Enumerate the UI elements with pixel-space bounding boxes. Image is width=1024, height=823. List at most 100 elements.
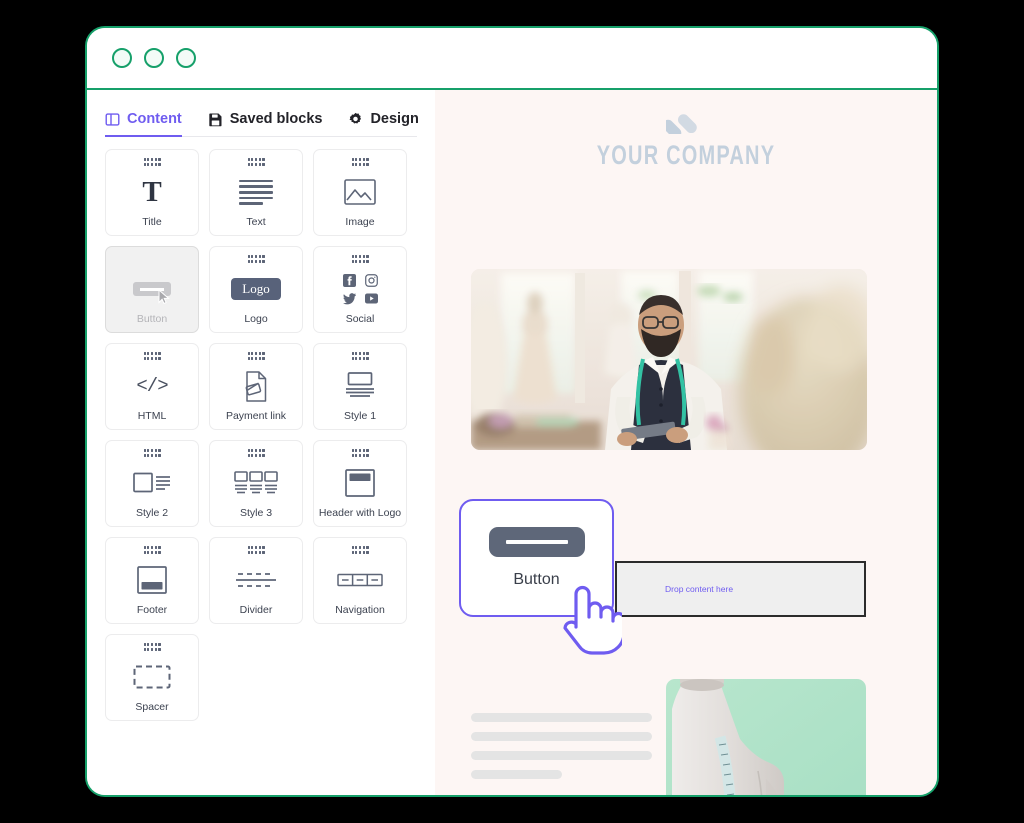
navigation-icon (314, 556, 406, 605)
block-label: Logo (244, 312, 268, 325)
drag-grip-icon[interactable] (351, 255, 369, 263)
window-dot-maximize-icon[interactable] (176, 48, 196, 68)
block-spacer[interactable]: Spacer (105, 634, 199, 721)
drag-grip-icon[interactable] (247, 158, 265, 166)
block-divider[interactable]: Divider (209, 537, 303, 624)
logo-pill-text: Logo (231, 278, 281, 301)
blocks-sidebar: Content Saved blocks Design T Title Text… (87, 90, 435, 795)
block-label: Spacer (135, 700, 169, 713)
drag-grip-icon[interactable] (247, 255, 265, 263)
preview-brand-header: YOUR COMPANY (435, 90, 937, 171)
tab-saved-blocks-label: Saved blocks (229, 111, 323, 127)
block-label: Style 3 (239, 506, 273, 519)
block-payment-link[interactable]: Payment link (209, 343, 303, 430)
drag-grip-icon[interactable] (143, 158, 161, 166)
mannequin-photo (666, 679, 866, 795)
drag-grip-icon[interactable] (351, 158, 369, 166)
drag-grip-icon[interactable] (247, 546, 265, 554)
editor-body: Content Saved blocks Design T Title Text… (87, 90, 937, 795)
placeholder-bar (471, 751, 652, 760)
columns-icon (105, 112, 120, 127)
block-navigation[interactable]: Navigation (313, 537, 407, 624)
block-label: Divider (239, 603, 273, 616)
footer-icon (106, 556, 198, 605)
drag-grip-icon[interactable] (247, 352, 265, 360)
text-placeholder-block (471, 713, 652, 779)
block-label: Button (136, 312, 168, 325)
block-html[interactable]: </> HTML (105, 343, 199, 430)
bridal-shop-photo (471, 269, 867, 450)
block-label: Footer (136, 603, 168, 616)
drag-grip-icon[interactable] (351, 352, 369, 360)
tab-content-label: Content (127, 111, 182, 127)
spacer-icon (106, 653, 198, 702)
style-3-icon (210, 459, 302, 508)
pointing-hand-cursor-icon (560, 583, 626, 660)
payment-card-icon (210, 362, 302, 411)
drag-grip-icon[interactable] (143, 352, 161, 360)
code-icon: </> (136, 375, 168, 398)
block-text[interactable]: Text (209, 149, 303, 236)
block-footer[interactable]: Footer (105, 537, 199, 624)
tab-saved-blocks[interactable]: Saved blocks (208, 111, 323, 136)
tab-design[interactable]: Design (348, 111, 419, 136)
placeholder-bar (471, 770, 562, 779)
window-dot-minimize-icon[interactable] (144, 48, 164, 68)
logo-icon: Logo (210, 265, 302, 314)
block-label: Title (142, 215, 162, 228)
button-preview-icon (488, 527, 585, 557)
drag-grip-icon[interactable] (351, 546, 369, 554)
block-social[interactable]: Social (313, 246, 407, 333)
window-controls (112, 48, 196, 68)
block-label: Text (246, 215, 266, 228)
divider-icon (210, 556, 302, 605)
block-style-1[interactable]: Style 1 (313, 343, 407, 430)
style-1-icon (314, 362, 406, 411)
block-style-3[interactable]: Style 3 (209, 440, 303, 527)
drag-grip-icon[interactable] (351, 449, 369, 457)
blocks-palette: T Title Text Image Button Logo Logo Soci… (105, 137, 417, 721)
block-image[interactable]: Image (313, 149, 407, 236)
drag-grip-icon[interactable] (143, 643, 161, 651)
button-icon (106, 265, 198, 314)
block-label: Payment link (225, 409, 287, 422)
window-dot-close-icon[interactable] (112, 48, 132, 68)
block-label: Header with Logo (318, 506, 402, 519)
drag-grip-icon[interactable] (143, 546, 161, 554)
hero-image (471, 269, 867, 450)
drop-zone[interactable]: Drop content here (615, 561, 866, 617)
side-image (666, 679, 866, 795)
facebook-icon (341, 273, 357, 287)
floppy-disk-icon (208, 112, 223, 127)
block-logo[interactable]: Logo Logo (209, 246, 303, 333)
drop-zone-label: Drop content here (665, 584, 734, 594)
social-icons (314, 265, 406, 314)
brand-name: YOUR COMPANY (596, 140, 776, 171)
tab-content[interactable]: Content (105, 111, 182, 137)
instagram-icon (363, 273, 379, 287)
block-label: Style 2 (135, 506, 169, 519)
browser-window: Content Saved blocks Design T Title Text… (85, 26, 939, 797)
placeholder-bar (471, 713, 652, 722)
sidebar-tabs: Content Saved blocks Design (105, 90, 419, 137)
block-label: Image (345, 215, 375, 228)
tab-design-label: Design (370, 111, 419, 127)
chevron-logo-mark-icon (662, 112, 706, 139)
text-lines-icon (210, 168, 302, 217)
block-title[interactable]: T Title (105, 149, 199, 236)
email-preview-canvas: YOUR COMPANY Drop content here Button (435, 90, 937, 795)
placeholder-bar (471, 732, 652, 741)
youtube-icon (363, 292, 379, 305)
block-label: Social (345, 312, 375, 325)
block-button[interactable]: Button (105, 246, 199, 333)
twitter-icon (341, 292, 357, 305)
drag-preview-label: Button (513, 571, 560, 588)
window-titlebar (87, 28, 937, 90)
block-header-with-logo[interactable]: Header with Logo (313, 440, 407, 527)
drag-grip-icon[interactable] (247, 449, 265, 457)
block-style-2[interactable]: Style 2 (105, 440, 199, 527)
block-label: HTML (137, 409, 167, 422)
gear-icon (348, 112, 363, 127)
drag-grip-icon[interactable] (143, 449, 161, 457)
title-icon: T (142, 175, 162, 208)
